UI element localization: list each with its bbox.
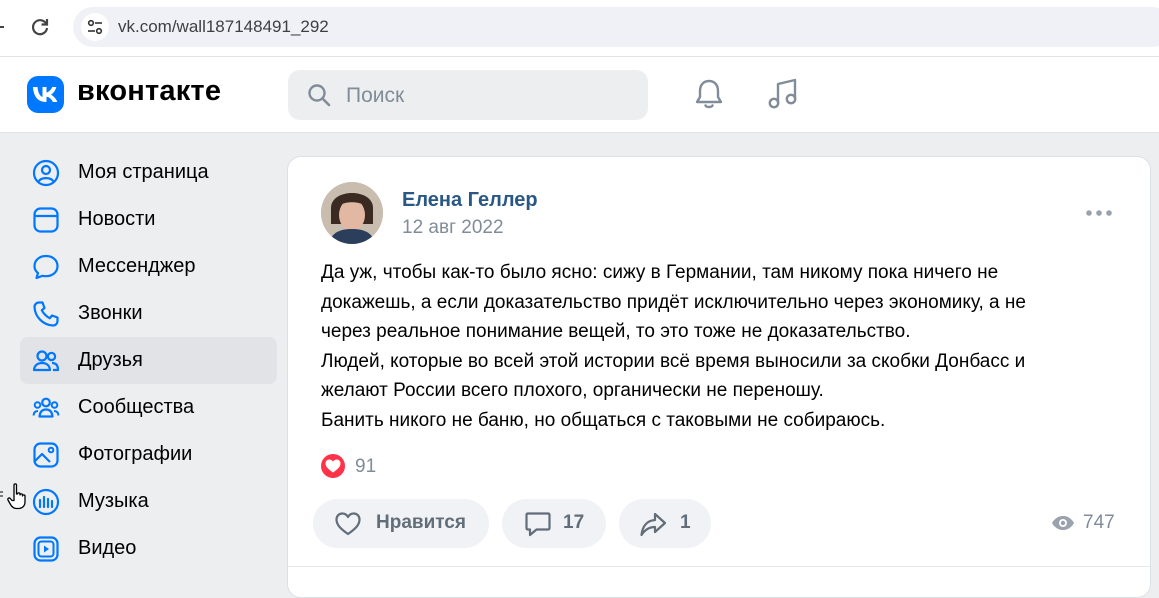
left-sidebar: Моя страница Новости Мессенджер Звонки Д… <box>0 132 285 585</box>
author-avatar[interactable] <box>321 182 383 244</box>
sidebar-item-label: Моя страница <box>78 161 209 183</box>
sidebar-item-label: Сообщества <box>78 396 195 418</box>
heart-outline-icon <box>335 512 361 536</box>
sidebar-item-messenger[interactable]: Мессенджер <box>20 243 277 290</box>
back-arrow-icon[interactable] <box>0 20 6 34</box>
post-text: Да уж, чтобы как-то было ясно: сижу в Ге… <box>321 258 1121 436</box>
like-button[interactable]: Нравится <box>313 499 489 548</box>
comments-count: 17 <box>563 512 585 533</box>
site-header: вконтакте <box>0 57 1159 133</box>
sidebar-item-music[interactable]: Музыка <box>20 478 277 525</box>
music-bars-icon <box>32 488 60 516</box>
url-text[interactable]: vk.com/wall187148491_292 <box>118 17 329 37</box>
mouse-pointer-icon <box>0 483 26 510</box>
author-name-link[interactable]: Елена Геллер <box>402 189 538 212</box>
user-circle-icon <box>32 159 60 187</box>
music-icon[interactable] <box>763 74 803 114</box>
search-box[interactable] <box>288 70 648 120</box>
comment-button[interactable]: 17 <box>502 499 606 548</box>
post-text-line: Да уж, чтобы как-то было ясно: сижу в Ге… <box>321 262 999 283</box>
like-label: Нравится <box>376 512 466 533</box>
post-text-line: Людей, которые во всей этой истории всё … <box>321 350 1026 372</box>
sidebar-item-calls[interactable]: Звонки <box>20 290 277 337</box>
sidebar-item-video[interactable]: Видео <box>20 525 277 572</box>
sidebar-item-photos[interactable]: Фотографии <box>20 431 277 478</box>
wall-post: Елена Геллер 12 авг 2022 Да уж, чтобы ка… <box>287 156 1151 598</box>
views-count: 747 <box>1083 512 1115 533</box>
address-bar[interactable]: vk.com/wall187148491_292 <box>73 7 1159 47</box>
share-button[interactable]: 1 <box>619 499 711 548</box>
sidebar-item-label: Видео <box>78 537 137 559</box>
sidebar-item-label: Мессенджер <box>78 255 196 277</box>
sidebar-item-label: Новости <box>78 208 156 230</box>
video-icon <box>33 536 59 562</box>
search-icon <box>308 84 331 107</box>
photo-icon <box>33 442 59 468</box>
vk-logo-icon[interactable] <box>27 76 64 113</box>
sidebar-item-friends[interactable]: Друзья <box>20 337 277 384</box>
sidebar-item-label: Звонки <box>78 302 143 324</box>
sidebar-item-my-page[interactable]: Моя страница <box>20 149 277 196</box>
comment-icon <box>525 512 551 537</box>
communities-icon <box>32 397 60 418</box>
post-divider <box>288 566 1150 567</box>
chat-bubble-icon <box>33 254 59 280</box>
logo-wordmark[interactable]: вконтакте <box>77 75 221 108</box>
search-input[interactable] <box>344 80 638 112</box>
friends-icon <box>32 350 60 372</box>
post-text-line: через реальное понимание вещей, то это т… <box>321 321 911 343</box>
sidebar-item-communities[interactable]: Сообщества <box>20 384 277 431</box>
shares-count: 1 <box>680 512 691 533</box>
sidebar-item-label: Фотографии <box>78 443 193 465</box>
browser-toolbar: vk.com/wall187148491_292 <box>0 0 1159 57</box>
sidebar-item-label: Музыка <box>78 490 149 512</box>
news-icon <box>33 207 59 233</box>
sidebar-item-news[interactable]: Новости <box>20 196 277 243</box>
post-text-line: Банить никого не баню, но общаться с так… <box>321 409 886 431</box>
share-arrow-icon <box>640 512 667 537</box>
phone-icon <box>33 301 59 327</box>
heart-reaction-icon <box>321 454 345 478</box>
more-options-icon[interactable] <box>1085 207 1113 219</box>
post-text-line: желают России всего плохого, органически… <box>321 380 824 402</box>
site-info-icon[interactable] <box>81 13 109 41</box>
reactions-count: 91 <box>355 456 377 477</box>
sidebar-item-label: Друзья <box>78 349 143 371</box>
post-date-link[interactable]: 12 авг 2022 <box>402 217 504 239</box>
post-text-line: докажешь, а если доказательство придёт и… <box>321 291 1026 313</box>
reload-icon[interactable] <box>28 15 52 39</box>
bell-icon[interactable] <box>689 74 729 114</box>
eye-icon <box>1052 516 1074 530</box>
